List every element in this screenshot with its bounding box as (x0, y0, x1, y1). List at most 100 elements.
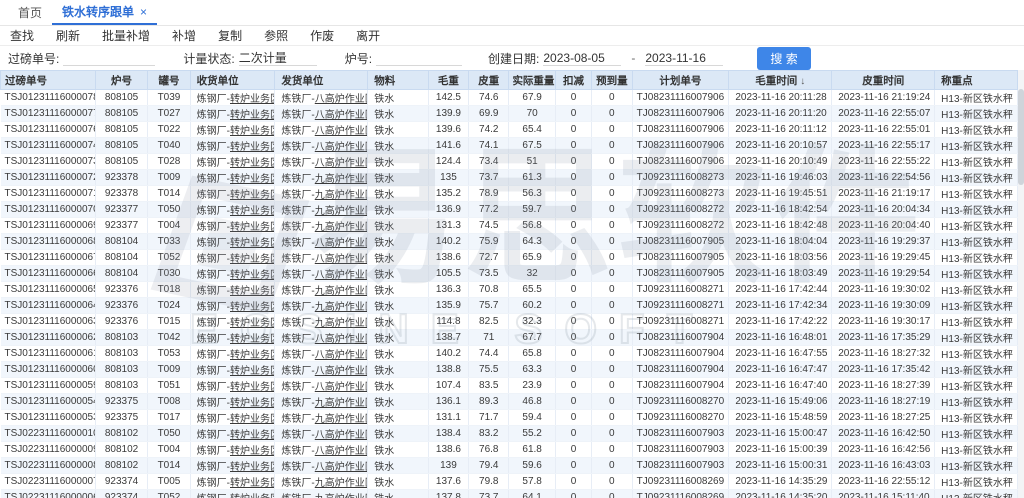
toolbar-button[interactable]: 参照 (264, 27, 288, 44)
cell-tare_time: 2023-11-16 22:55:12 (832, 474, 935, 490)
col-tare[interactable]: 皮重 (469, 71, 509, 90)
cell-material: 铁水 (368, 378, 429, 394)
table-row[interactable]: TSJ01231116000062808103T042炼钢厂-转炉业务区炼铁厂-… (1, 330, 1018, 346)
col-expect[interactable]: 预到量 (592, 71, 632, 90)
cell-gross_time: 2023-11-16 15:00:31 (729, 458, 832, 474)
orders-table: 过磅单号 炉号 罐号 收货单位 发货单位 物料 毛重 皮重 实际重量 扣减 预到… (0, 70, 1018, 498)
col-receiver[interactable]: 收货单位 (190, 71, 275, 90)
cell-plan: TJ08231116007906 (632, 122, 729, 138)
table-row[interactable]: TSJ01231116000074808105T040炼钢厂-转炉业务区炼铁厂-… (1, 138, 1018, 154)
close-icon[interactable]: × (140, 5, 147, 19)
table-row[interactable]: TSJ01231116000061808103T053炼钢厂-转炉业务区炼铁厂-… (1, 346, 1018, 362)
table-row[interactable]: TSJ01231116000069923377T004炼钢厂-转炉业务区炼铁厂-… (1, 218, 1018, 234)
table-row[interactable]: TSJ01231116000073808105T028炼钢厂-转炉业务区炼铁厂-… (1, 154, 1018, 170)
table-row[interactable]: TSJ01231116000059808103T051炼钢厂-转炉业务区炼铁厂-… (1, 378, 1018, 394)
cell-id: TSJ01231116000066 (1, 266, 96, 282)
table-row[interactable]: TSJ01231116000053923375T017炼钢厂-转炉业务区炼铁厂-… (1, 410, 1018, 426)
table-row[interactable]: TSJ02231116000009808102T004炼钢厂-转炉业务区炼铁厂-… (1, 442, 1018, 458)
furnace-no-input[interactable] (376, 50, 462, 66)
cell-furnace: 923377 (95, 202, 147, 218)
tab-molten-iron-transfer[interactable]: 铁水转序跟单 × (52, 0, 157, 25)
date-to-input[interactable] (645, 50, 723, 66)
toolbar-button[interactable]: 作废 (310, 27, 334, 44)
col-material[interactable]: 物料 (368, 71, 429, 90)
table-row[interactable]: TSJ02231116000008808102T014炼钢厂-转炉业务区炼铁厂-… (1, 458, 1018, 474)
cell-net: 65.5 (509, 282, 555, 298)
cell-receiver: 炼钢厂-转炉业务区 (190, 490, 275, 498)
table-row[interactable]: TSJ01231116000065923376T018炼钢厂-转炉业务区炼铁厂-… (1, 282, 1018, 298)
sort-desc-icon[interactable]: ↓ (800, 76, 805, 87)
scrollbar-thumb[interactable] (1018, 89, 1024, 185)
col-sender[interactable]: 发货单位 (275, 71, 368, 90)
measure-status-input[interactable] (239, 50, 317, 66)
cell-material: 铁水 (368, 106, 429, 122)
col-plan-no[interactable]: 计划单号 (632, 71, 729, 90)
col-gross[interactable]: 毛重 (428, 71, 468, 90)
col-tare-time[interactable]: 皮重时间 (832, 71, 935, 90)
col-deduct[interactable]: 扣减 (555, 71, 591, 90)
toolbar-button[interactable]: 复制 (218, 27, 242, 44)
cell-furnace: 808105 (95, 90, 147, 106)
cell-tank: T039 (148, 90, 190, 106)
cell-gross: 107.4 (428, 378, 468, 394)
table-row[interactable]: TSJ01231116000077808105T027炼钢厂-转炉业务区炼铁厂-… (1, 106, 1018, 122)
cell-expect: 0 (592, 378, 632, 394)
col-tank[interactable]: 罐号 (148, 71, 190, 90)
cell-gross_time: 2023-11-16 16:48:01 (729, 330, 832, 346)
weigh-no-input[interactable] (63, 50, 155, 66)
cell-tare: 72.7 (469, 250, 509, 266)
table-row[interactable]: TSJ01231116000068808104T033炼钢厂-转炉业务区炼铁厂-… (1, 234, 1018, 250)
cell-id: TSJ02231116000008 (1, 458, 96, 474)
table-row[interactable]: TSJ02231116000007923374T005炼钢厂-转炉业务区炼铁厂-… (1, 474, 1018, 490)
table-row[interactable]: TSJ02231116000006923374T052炼钢厂-转炉业务区炼铁厂-… (1, 490, 1018, 498)
toolbar-button[interactable]: 批量补增 (102, 27, 150, 44)
table-row[interactable]: TSJ01231116000072923378T009炼钢厂-转炉业务区炼铁厂-… (1, 170, 1018, 186)
cell-id: TSJ01231116000074 (1, 138, 96, 154)
col-gross-time[interactable]: 毛重时间↓ (729, 71, 832, 90)
cell-id: TSJ01231116000069 (1, 218, 96, 234)
table-row[interactable]: TSJ01231116000070923377T050炼钢厂-转炉业务区炼铁厂-… (1, 202, 1018, 218)
table-row[interactable]: TSJ01231116000063923376T015炼钢厂-转炉业务区炼铁厂-… (1, 314, 1018, 330)
cell-id: TSJ01231116000062 (1, 330, 96, 346)
cell-material: 铁水 (368, 474, 429, 490)
col-weigh-no[interactable]: 过磅单号 (1, 71, 96, 90)
cell-tare: 75.9 (469, 234, 509, 250)
table-row[interactable]: TSJ01231116000078808105T039炼钢厂-转炉业务区炼铁厂-… (1, 90, 1018, 106)
table-row[interactable]: TSJ01231116000064923376T024炼钢厂-转炉业务区炼铁厂-… (1, 298, 1018, 314)
col-net[interactable]: 实际重量 (509, 71, 555, 90)
cell-furnace: 923376 (95, 282, 147, 298)
toolbar-button[interactable]: 补增 (172, 27, 196, 44)
cell-plan: TJ08231116007904 (632, 330, 729, 346)
table-row[interactable]: TSJ01231116000060808103T009炼钢厂-转炉业务区炼铁厂-… (1, 362, 1018, 378)
cell-station: H13-新区铁水秤 (935, 170, 1018, 186)
table-row[interactable]: TSJ01231116000071923378T014炼钢厂-转炉业务区炼铁厂-… (1, 186, 1018, 202)
table-row[interactable]: TSJ02231116000010808102T050炼钢厂-转炉业务区炼铁厂-… (1, 426, 1018, 442)
cell-receiver: 炼钢厂-转炉业务区 (190, 378, 275, 394)
cell-id: TSJ01231116000059 (1, 378, 96, 394)
tab-home[interactable]: 首页 (8, 0, 52, 25)
cell-sender: 炼铁厂-九高炉作业区 (275, 202, 368, 218)
toolbar-button[interactable]: 离开 (356, 27, 380, 44)
cell-id: TSJ01231116000076 (1, 122, 96, 138)
table-row[interactable]: TSJ01231116000054923375T008炼钢厂-转炉业务区炼铁厂-… (1, 394, 1018, 410)
search-button[interactable]: 搜 索 (757, 47, 810, 70)
cell-net: 64.3 (509, 234, 555, 250)
table-row[interactable]: TSJ01231116000066808104T030炼钢厂-转炉业务区炼铁厂-… (1, 266, 1018, 282)
cell-deduct: 0 (555, 186, 591, 202)
table-row[interactable]: TSJ01231116000067808104T052炼钢厂-转炉业务区炼铁厂-… (1, 250, 1018, 266)
col-furnace[interactable]: 炉号 (95, 71, 147, 90)
date-from-input[interactable] (543, 50, 621, 66)
cell-plan: TJ09231116008273 (632, 186, 729, 202)
table-body: TSJ01231116000078808105T039炼钢厂-转炉业务区炼铁厂-… (1, 90, 1018, 498)
toolbar-button[interactable]: 查找 (10, 27, 34, 44)
cell-sender: 炼铁厂-八高炉作业区 (275, 442, 368, 458)
toolbar-button[interactable]: 刷新 (56, 27, 80, 44)
cell-sender: 炼铁厂-九高炉作业区 (275, 186, 368, 202)
table-row[interactable]: TSJ01231116000076808105T022炼钢厂-转炉业务区炼铁厂-… (1, 122, 1018, 138)
cell-tank: T033 (148, 234, 190, 250)
col-station[interactable]: 称重点 (935, 71, 1018, 90)
cell-station: H13-新区铁水秤 (935, 314, 1018, 330)
cell-net: 67.7 (509, 330, 555, 346)
cell-net: 57.8 (509, 474, 555, 490)
vertical-scrollbar[interactable] (1018, 70, 1024, 498)
